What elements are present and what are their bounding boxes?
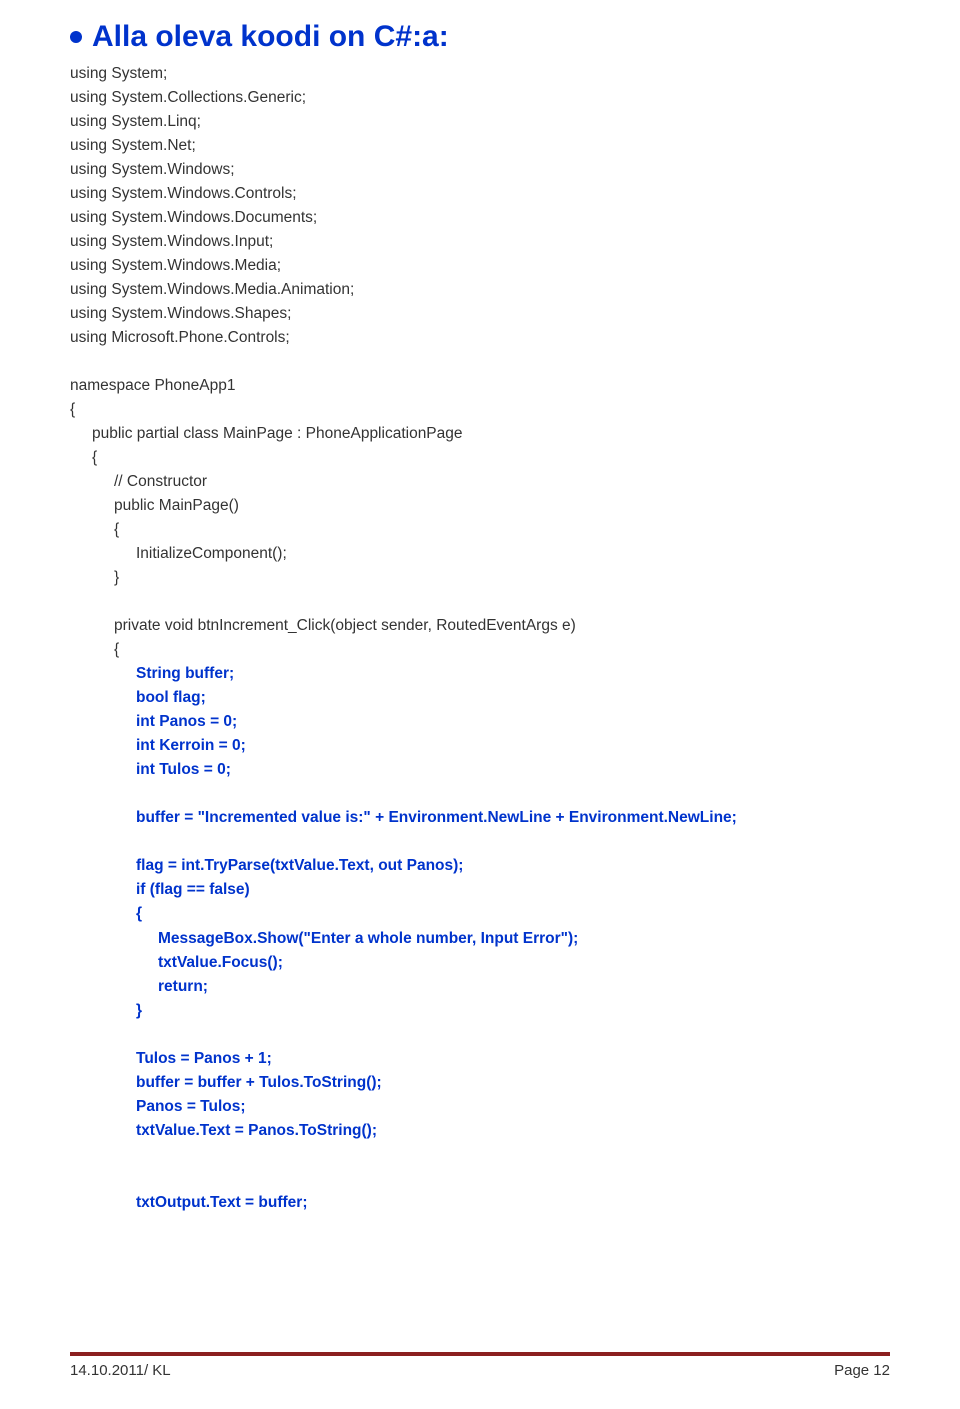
code-line: public MainPage() (70, 494, 890, 518)
code-line: { (70, 518, 890, 542)
code-line: { (70, 398, 890, 422)
code-line: namespace PhoneApp1 (70, 374, 890, 398)
code-line: using System.Windows.Media.Animation; (70, 278, 890, 302)
code-line: private void btnIncrement_Click(object s… (70, 614, 890, 638)
bullet-icon (70, 31, 82, 43)
code-line: using System.Collections.Generic; (70, 86, 890, 110)
code-line: int Tulos = 0; (70, 758, 890, 782)
code-line: using System.Windows.Documents; (70, 206, 890, 230)
code-line: using System.Windows; (70, 158, 890, 182)
code-line: txtValue.Text = Panos.ToString(); (70, 1119, 890, 1143)
page-content: Alla oleva koodi on C#:a: using System; … (0, 0, 960, 1215)
heading-row: Alla oleva koodi on C#:a: (70, 20, 890, 54)
code-line: // Constructor (70, 470, 890, 494)
code-line: buffer = "Incremented value is:" + Envir… (70, 806, 890, 830)
code-line: txtOutput.Text = buffer; (70, 1191, 890, 1215)
code-line: Panos = Tulos; (70, 1095, 890, 1119)
code-line: { (70, 638, 890, 662)
code-line: int Kerroin = 0; (70, 734, 890, 758)
code-line: using System.Linq; (70, 110, 890, 134)
footer-date: 14.10.2011/ KL (70, 1362, 171, 1379)
code-line: InitializeComponent(); (70, 542, 890, 566)
code-line: using System.Windows.Input; (70, 230, 890, 254)
code-block: using System; using System.Collections.G… (70, 62, 890, 1215)
code-line: Tulos = Panos + 1; (70, 1047, 890, 1071)
code-line: if (flag == false) (70, 878, 890, 902)
code-line: { (70, 446, 890, 470)
code-line: { (70, 902, 890, 926)
code-line: MessageBox.Show("Enter a whole number, I… (70, 927, 890, 951)
code-line: using System; (70, 62, 890, 86)
code-line: buffer = buffer + Tulos.ToString(); (70, 1071, 890, 1095)
code-line: flag = int.TryParse(txtValue.Text, out P… (70, 854, 890, 878)
page-footer: 14.10.2011/ KL Page 12 (70, 1352, 890, 1379)
footer-row: 14.10.2011/ KL Page 12 (70, 1362, 890, 1379)
code-line: using System.Net; (70, 134, 890, 158)
code-line: } (70, 999, 890, 1023)
code-line: int Panos = 0; (70, 710, 890, 734)
code-line: } (70, 566, 890, 590)
code-line: using Microsoft.Phone.Controls; (70, 326, 890, 350)
footer-rule (70, 1352, 890, 1356)
code-line: String buffer; (70, 662, 890, 686)
code-line: return; (70, 975, 890, 999)
page-heading: Alla oleva koodi on C#:a: (92, 20, 449, 54)
code-line: using System.Windows.Media; (70, 254, 890, 278)
code-line: using System.Windows.Controls; (70, 182, 890, 206)
code-line: public partial class MainPage : PhoneApp… (70, 422, 890, 446)
footer-page: Page 12 (834, 1362, 890, 1379)
code-line: bool flag; (70, 686, 890, 710)
code-line: txtValue.Focus(); (70, 951, 890, 975)
code-line: using System.Windows.Shapes; (70, 302, 890, 326)
